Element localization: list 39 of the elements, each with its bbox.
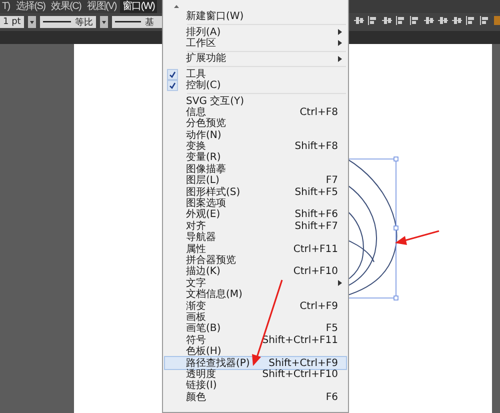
menu-item[interactable]: 排列(A): [165, 26, 346, 38]
menu-item[interactable]: 动作(N): [165, 130, 346, 141]
menu-item[interactable]: 画笔(B) F5: [165, 323, 346, 335]
menu-item[interactable]: 控制(C): [165, 80, 346, 92]
menu-title[interactable]: 视图(V): [85, 0, 118, 13]
menu-item[interactable]: 对齐 Shift+F7: [165, 220, 346, 232]
profile-dropdown[interactable]: 等比: [40, 16, 96, 28]
menu-item[interactable]: 渐变 Ctrl+F9: [165, 300, 346, 312]
menu-item[interactable]: 文字: [165, 278, 346, 289]
menu-title[interactable]: 窗口(W): [120, 0, 157, 13]
menu-item[interactable]: 图层(L) F7: [165, 175, 346, 186]
menu-item[interactable]: 符号 Shift+Ctrl+F11: [165, 334, 346, 346]
menu-item[interactable]: 信息 Ctrl+F8: [165, 106, 346, 118]
menu-item[interactable]: 工具: [165, 68, 346, 80]
menu-item[interactable]: 工作区: [165, 38, 346, 50]
menu-item[interactable]: 描边(K) Ctrl+F10: [165, 266, 346, 278]
menu-item[interactable]: SVG 交互(Y): [165, 95, 346, 107]
menu-item[interactable]: 透明度 Shift+Ctrl+F10: [165, 368, 346, 380]
menu-item[interactable]: 画板: [165, 312, 346, 324]
menu-item[interactable]: 外观(E) Shift+F6: [165, 209, 346, 221]
menu-item[interactable]: 扩展功能: [165, 53, 346, 65]
menu-item[interactable]: 色板(H): [165, 346, 346, 358]
menu-item[interactable]: 拼合器预览: [165, 254, 346, 266]
menu-title[interactable]: 选择(S): [14, 0, 48, 13]
menu-item[interactable]: 变量(R): [165, 152, 346, 164]
menu-item[interactable]: 导航器: [165, 232, 346, 244]
menu-item[interactable]: 路径查找器(P) Shift+Ctrl+F9: [165, 357, 346, 369]
menu-item[interactable]: 文档信息(M): [165, 288, 346, 300]
menu-title[interactable]: 效果(C): [49, 0, 84, 13]
menu-item[interactable]: 链接(I): [165, 380, 346, 392]
menu-item[interactable]: 图像描摹: [165, 164, 346, 176]
menu-item[interactable]: 变换 Shift+F8: [165, 140, 346, 152]
stroke-weight-field[interactable]: 1 pt: [0, 16, 24, 28]
menu-item[interactable]: 图案选项: [165, 198, 346, 210]
menu-item[interactable]: 属性 Ctrl+F11: [165, 243, 346, 255]
menu-item[interactable]: 图形样式(S) Shift+F5: [165, 186, 346, 198]
menu-item[interactable]: 分色预览: [165, 118, 346, 130]
menu-title[interactable]: T): [0, 0, 12, 13]
menu-item[interactable]: 颜色 F6: [165, 392, 346, 403]
